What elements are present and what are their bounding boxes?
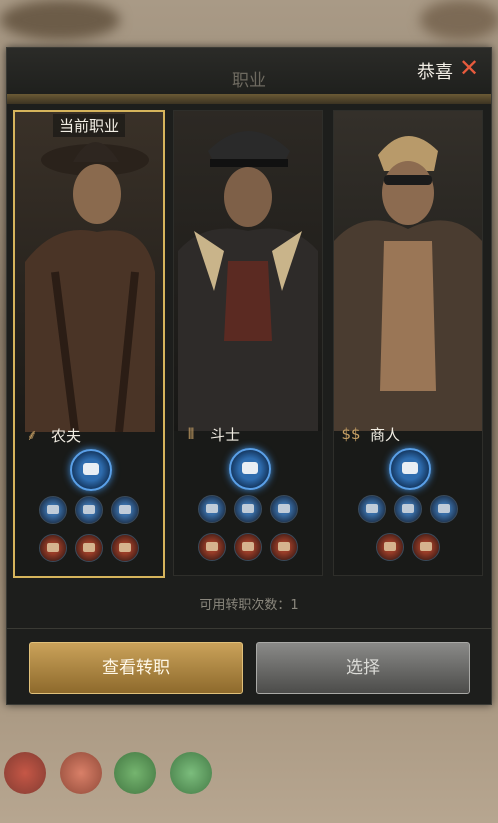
truck-skill-icon[interactable] xyxy=(198,495,226,523)
view-transfer-button[interactable]: 查看转职 xyxy=(29,642,243,694)
background-blur xyxy=(0,0,120,40)
gear-skill-icon[interactable] xyxy=(75,496,103,524)
merchant-portrait xyxy=(334,111,482,431)
warehouse-skill-icon[interactable] xyxy=(39,496,67,524)
skill-row-blue xyxy=(334,495,482,523)
truck-skill-icon[interactable] xyxy=(270,533,298,561)
class-card-merchant[interactable]: $$ 商人 xyxy=(333,110,483,576)
hud-icon xyxy=(4,752,46,794)
cash-skill-icon[interactable] xyxy=(234,533,262,561)
close-icon: ✕ xyxy=(458,54,480,82)
class-name: 商人 xyxy=(370,425,401,444)
footer-divider xyxy=(7,628,491,629)
gold-bars-skill-icon[interactable] xyxy=(376,533,404,561)
search-skill-icon[interactable] xyxy=(270,495,298,523)
class-name: 农夫 xyxy=(51,426,82,445)
class-name: 斗士 xyxy=(210,425,241,444)
cash-skill-icon[interactable] xyxy=(358,495,386,523)
close-button[interactable]: ✕ xyxy=(457,56,481,80)
hud-icon xyxy=(170,752,212,794)
main-skill-icon[interactable] xyxy=(229,448,271,490)
skill-row-red xyxy=(334,533,482,561)
background-blur xyxy=(420,0,498,40)
main-skill-icon[interactable] xyxy=(389,448,431,490)
transfer-count-text: 可用转职次数：1 xyxy=(199,598,299,613)
wheat-icon: ⸙ xyxy=(26,426,38,444)
money-icon: $$ xyxy=(341,425,361,443)
cycle-skill-icon[interactable] xyxy=(234,495,262,523)
factory-skill-icon[interactable] xyxy=(39,534,67,562)
skill-row-blue xyxy=(174,495,322,523)
notice-text: 恭喜 xyxy=(417,62,453,83)
search-skill-icon[interactable] xyxy=(412,533,440,561)
hud-icon xyxy=(114,752,156,794)
bullets-icon: ⦀ xyxy=(187,425,195,443)
class-card-fighter[interactable]: ⦀ 斗士 xyxy=(173,110,323,576)
truck-skill-icon[interactable] xyxy=(111,496,139,524)
main-skill-icon[interactable] xyxy=(70,449,112,491)
skill-row-blue xyxy=(15,496,163,524)
skill-row-red xyxy=(15,534,163,562)
class-select-modal: 职业 恭喜 ✕ 当前职业 ⸙ 农夫 ⦀ 斗士 $$ 商人 可用转职次数：1 查看… xyxy=(6,47,492,705)
bread-skill-icon[interactable] xyxy=(394,495,422,523)
class-title-row: $$ 商人 xyxy=(340,423,400,445)
select-button[interactable]: 选择 xyxy=(256,642,470,694)
fighter-portrait xyxy=(174,111,322,431)
current-class-tag: 当前职业 xyxy=(53,114,126,137)
class-card-farmer[interactable]: 当前职业 ⸙ 农夫 xyxy=(13,110,165,578)
runner-skill-icon[interactable] xyxy=(111,534,139,562)
coin-plus-skill-icon[interactable] xyxy=(430,495,458,523)
class-title-row: ⦀ 斗士 xyxy=(180,423,240,445)
skill-row-red xyxy=(174,533,322,561)
badge-skill-icon[interactable] xyxy=(75,534,103,562)
class-title-row: ⸙ 农夫 xyxy=(21,424,81,446)
modal-header: 职业 恭喜 ✕ xyxy=(7,48,491,94)
gold-bars-skill-icon[interactable] xyxy=(198,533,226,561)
farmer-portrait xyxy=(15,112,163,432)
hud-icon xyxy=(60,752,102,794)
header-divider xyxy=(7,94,491,104)
